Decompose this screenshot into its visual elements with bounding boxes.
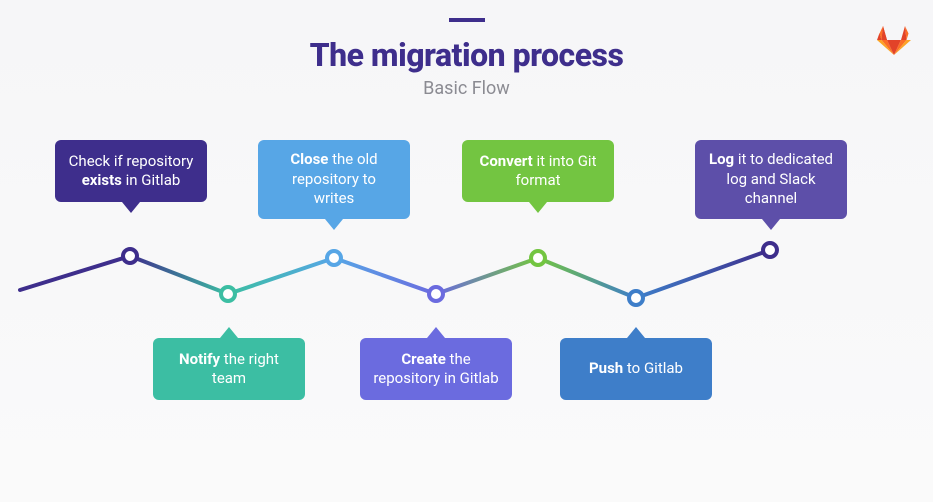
step-label: Notify the right team bbox=[165, 350, 293, 389]
node-check bbox=[121, 247, 139, 265]
node-push bbox=[627, 289, 645, 307]
step-close: Close the old repository to writes bbox=[258, 140, 410, 219]
step-label: Log it to dedicated log and Slack channe… bbox=[707, 150, 835, 209]
node-create bbox=[427, 285, 445, 303]
step-create: Create the repository in Gitlab bbox=[360, 338, 512, 400]
step-label: Convert it into Git format bbox=[474, 152, 602, 191]
step-convert: Convert it into Git format bbox=[462, 140, 614, 202]
accent-bar bbox=[449, 18, 485, 22]
step-check: Check if repository exists in Gitlab bbox=[55, 140, 207, 202]
step-label: Check if repository exists in Gitlab bbox=[67, 152, 195, 191]
step-label: Close the old repository to writes bbox=[270, 150, 398, 209]
page-subtitle: Basic Flow bbox=[0, 78, 933, 99]
node-convert bbox=[529, 249, 547, 267]
node-log bbox=[761, 241, 779, 259]
step-push: Push to Gitlab bbox=[560, 338, 712, 400]
node-close bbox=[325, 249, 343, 267]
gitlab-logo-icon bbox=[875, 20, 913, 60]
node-notify bbox=[219, 285, 237, 303]
step-log: Log it to dedicated log and Slack channe… bbox=[695, 140, 847, 219]
step-label: Push to Gitlab bbox=[589, 359, 683, 379]
step-label: Create the repository in Gitlab bbox=[372, 350, 500, 389]
step-notify: Notify the right team bbox=[153, 338, 305, 400]
page-title: The migration process bbox=[0, 36, 933, 74]
